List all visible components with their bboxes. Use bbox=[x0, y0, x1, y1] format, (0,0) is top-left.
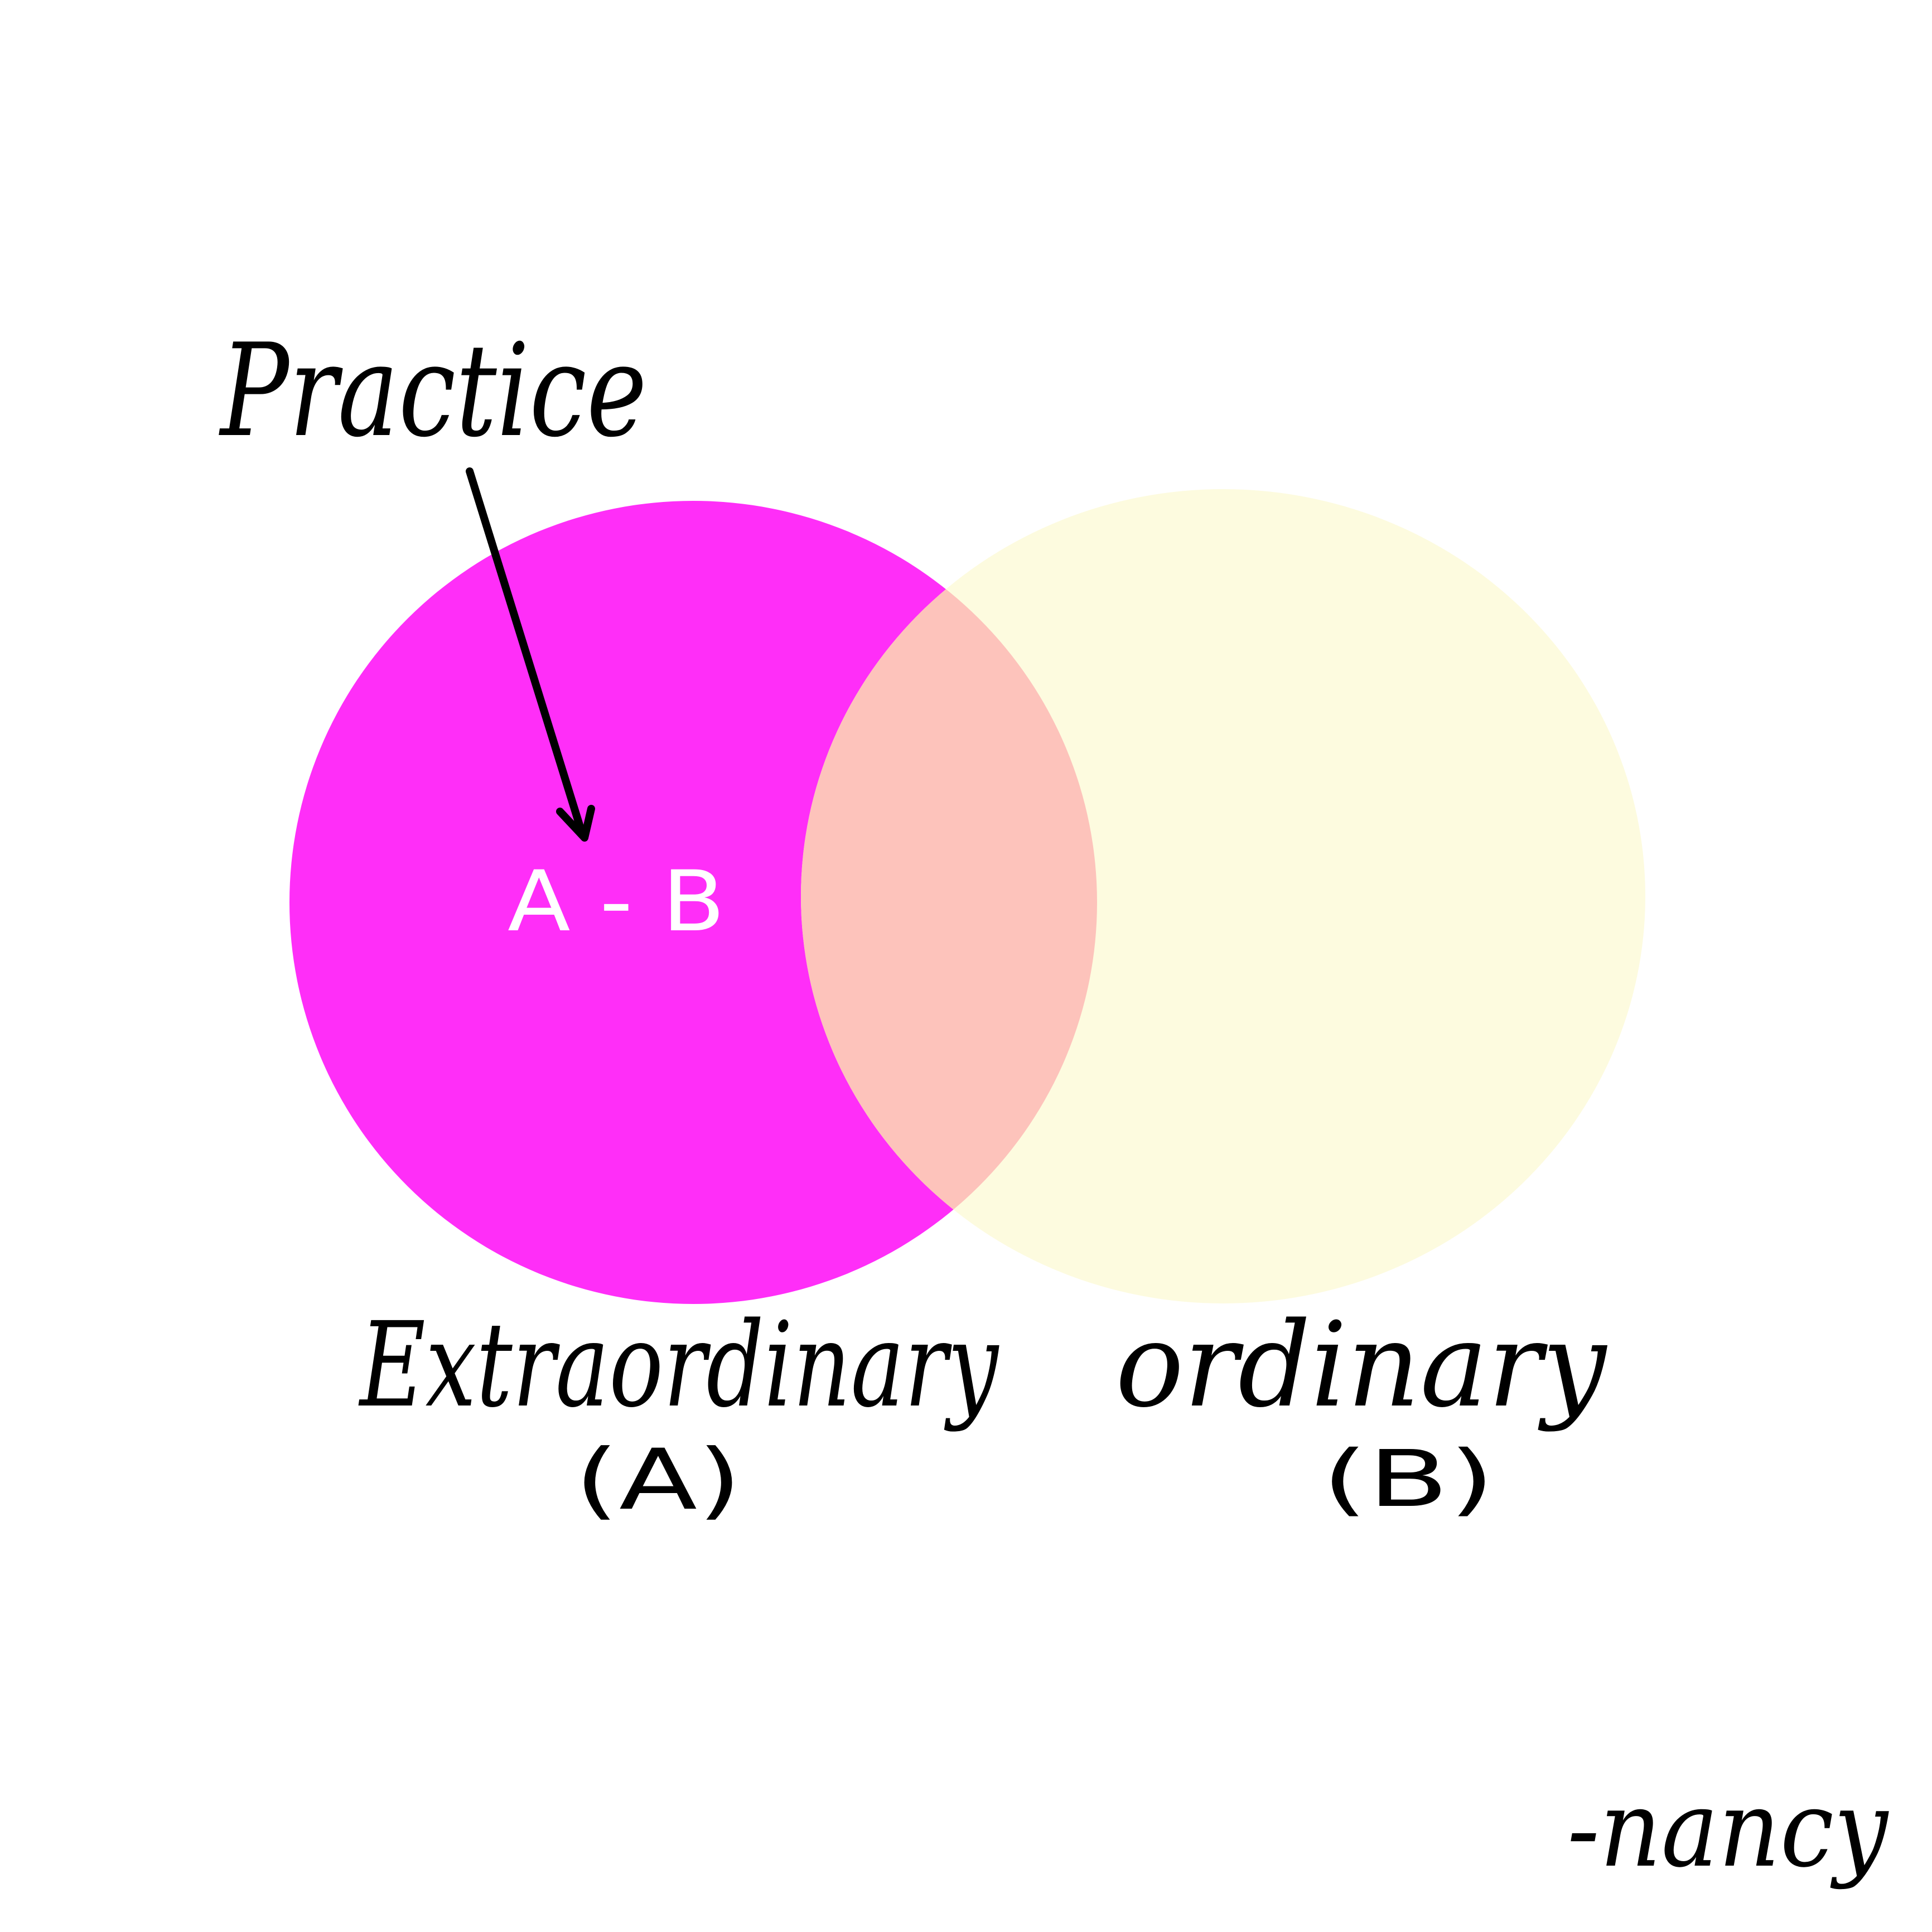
set-b-name: ordinary bbox=[1115, 1297, 1607, 1433]
venn-diagram: Practice A - B Extraordinary (A) ordinar… bbox=[219, 317, 1890, 1891]
set-b-symbol: (B) bbox=[1322, 1434, 1495, 1525]
set-a-symbol: (A) bbox=[574, 1432, 742, 1529]
set-a-name: Extraordinary bbox=[358, 1297, 999, 1433]
annotation-label: Practice bbox=[219, 317, 647, 466]
difference-label: A - B bbox=[508, 853, 725, 950]
signature: -nancy bbox=[1567, 1767, 1889, 1891]
